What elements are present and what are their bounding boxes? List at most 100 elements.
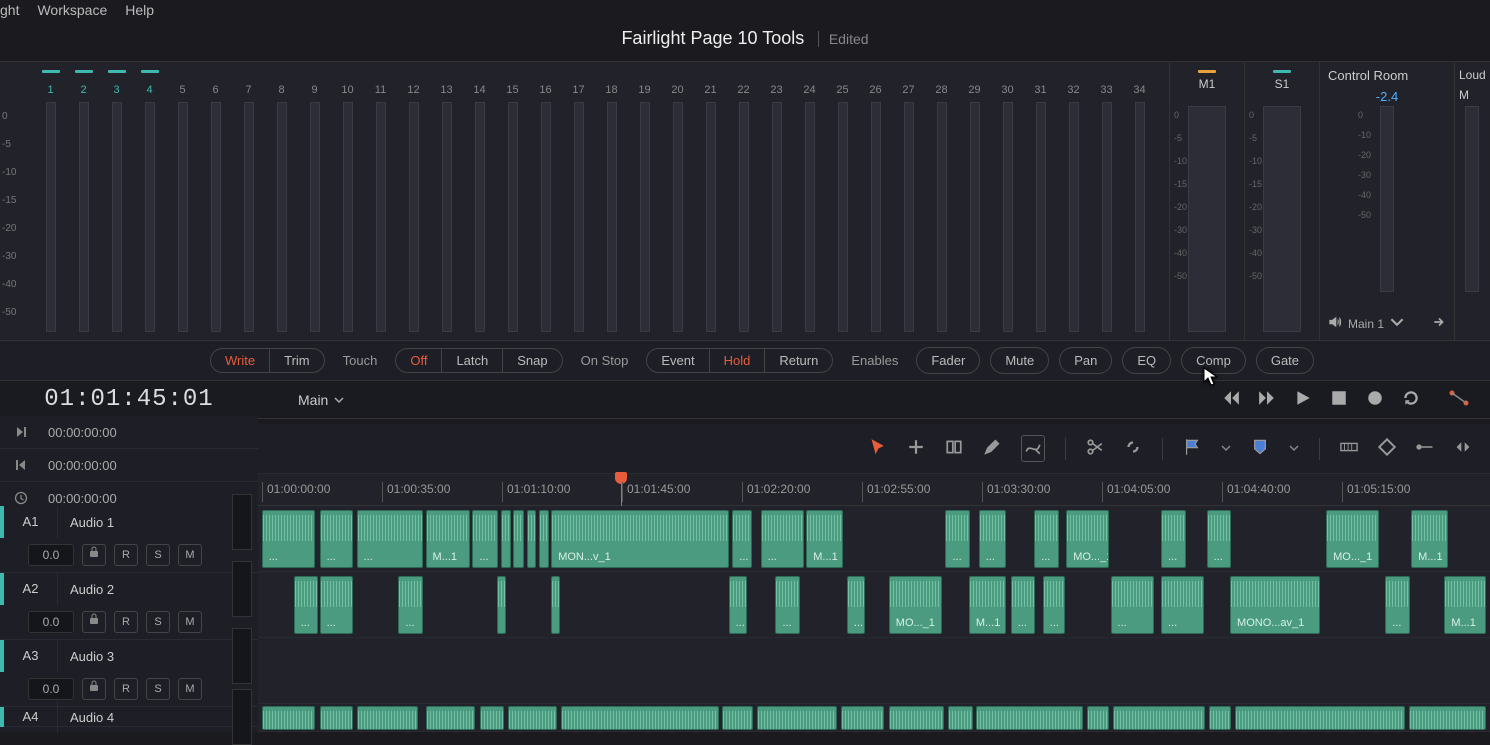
touch-off[interactable]: Off — [396, 349, 442, 372]
touch-snap[interactable]: Snap — [503, 349, 561, 372]
track-lane-a2[interactable]: ..................MO..._1M...1..........… — [258, 572, 1490, 638]
solo-button[interactable]: S — [146, 544, 170, 566]
track-lanes[interactable]: .........M...1...MON...v_1......M...1...… — [258, 506, 1490, 732]
audio-clip[interactable]: ... — [1161, 510, 1186, 568]
audio-clip[interactable] — [501, 510, 511, 568]
record-button[interactable] — [1366, 389, 1384, 410]
menu-workspace[interactable]: Workspace — [37, 2, 107, 18]
audio-clip[interactable]: ... — [357, 510, 424, 568]
arm-button[interactable]: R — [114, 544, 138, 566]
enable-gate[interactable]: Gate — [1256, 347, 1314, 374]
audio-clip[interactable]: ... — [761, 510, 804, 568]
audio-clip[interactable]: ... — [979, 510, 1006, 568]
bus-m1[interactable]: M1 0-5-10-15-20-30-40-50 — [1170, 62, 1245, 340]
marker-blue-icon[interactable] — [1251, 438, 1269, 459]
audio-clip[interactable] — [1235, 706, 1405, 730]
chevron-down-icon[interactable] — [1221, 441, 1231, 456]
track-name[interactable]: Audio 4 — [58, 710, 114, 725]
track-header-a2[interactable]: A2Audio 20.0 R S M — [0, 573, 258, 640]
audio-clip[interactable] — [357, 706, 419, 730]
track-lane-a4[interactable] — [258, 704, 1490, 732]
track-volume[interactable]: 0.0 — [28, 678, 74, 700]
lock-button[interactable] — [82, 544, 106, 566]
audio-clip[interactable] — [841, 706, 884, 730]
audio-clip[interactable]: ... — [320, 510, 353, 568]
audio-clip[interactable] — [480, 706, 505, 730]
mute-button[interactable]: M — [178, 611, 202, 633]
control-room-output[interactable]: Main 1 — [1348, 317, 1384, 331]
audio-clip[interactable]: M...1 — [969, 576, 1006, 634]
out-point-row[interactable]: 00:00:00:00 — [0, 449, 258, 482]
mute-button[interactable]: M — [178, 544, 202, 566]
track-name[interactable]: Audio 2 — [58, 582, 114, 597]
arm-button[interactable]: R — [114, 611, 138, 633]
menu-help[interactable]: Help — [125, 2, 154, 18]
fastforward-button[interactable] — [1258, 389, 1276, 410]
audio-clip[interactable]: ... — [775, 576, 800, 634]
audio-clip[interactable] — [320, 706, 353, 730]
audio-clip[interactable]: ... — [1011, 576, 1036, 634]
fade-icon[interactable] — [1416, 438, 1434, 459]
enable-pan[interactable]: Pan — [1059, 347, 1112, 374]
audio-clip[interactable]: MO..._1 — [1326, 510, 1379, 568]
enable-mute[interactable]: Mute — [990, 347, 1049, 374]
arrow-right-icon[interactable] — [1432, 315, 1446, 332]
audio-clip[interactable]: MO..._1 — [889, 576, 942, 634]
audio-clip[interactable]: ... — [472, 510, 498, 568]
track-name[interactable]: Audio 1 — [58, 515, 114, 530]
track-lane-a1[interactable]: .........M...1...MON...v_1......M...1...… — [258, 506, 1490, 572]
flag-blue-icon[interactable] — [1183, 438, 1201, 459]
timeline-selector[interactable]: Main — [298, 392, 344, 408]
onstop-event[interactable]: Event — [647, 349, 709, 372]
enable-fader[interactable]: Fader — [916, 347, 980, 374]
speaker-icon[interactable] — [1328, 315, 1342, 332]
audio-clip[interactable]: M...1 — [806, 510, 843, 568]
track-header-a3[interactable]: A3Audio 30.0 R S M — [0, 640, 258, 707]
audio-clip[interactable]: ... — [847, 576, 865, 634]
audio-clip[interactable]: ... — [732, 510, 752, 568]
chevron-down-icon[interactable] — [1390, 315, 1404, 332]
track-header-a4[interactable]: A4Audio 4 — [0, 707, 258, 727]
audio-clip[interactable]: ... — [398, 576, 423, 634]
audio-clip[interactable]: MONO...av_1 — [1230, 576, 1320, 634]
stop-button[interactable] — [1330, 389, 1348, 410]
mute-button[interactable]: M — [178, 678, 202, 700]
mode-write[interactable]: Write — [211, 349, 270, 372]
track-volume[interactable]: 0.0 — [28, 611, 74, 633]
lock-button[interactable] — [82, 611, 106, 633]
audio-clip[interactable]: ... — [1111, 576, 1154, 634]
loop-button[interactable] — [1402, 389, 1420, 410]
audio-clip[interactable]: ... — [1043, 576, 1065, 634]
arm-button[interactable]: R — [114, 678, 138, 700]
automation-edit-tool[interactable] — [1021, 435, 1045, 462]
audio-clip[interactable] — [497, 576, 506, 634]
timeline-ruler[interactable]: 01:00:00:0001:00:35:0001:01:10:0001:01:4… — [258, 474, 1490, 506]
audio-clip[interactable]: MON...v_1 — [551, 510, 728, 568]
bus-s1[interactable]: S1 0-5-10-15-20-30-40-50 — [1245, 62, 1320, 340]
audio-clip[interactable]: ... — [262, 510, 315, 568]
audio-clip[interactable] — [561, 706, 719, 730]
audio-clip[interactable]: ... — [1161, 576, 1204, 634]
selection-tool[interactable] — [869, 438, 887, 459]
keyframe-icon[interactable] — [1378, 438, 1396, 459]
audio-clip[interactable] — [1409, 706, 1487, 730]
audio-clip[interactable] — [508, 706, 557, 730]
audio-clip[interactable] — [1087, 706, 1109, 730]
audio-clip[interactable]: ... — [320, 576, 353, 634]
pencil-tool[interactable] — [983, 438, 1001, 459]
audio-clip[interactable] — [539, 510, 549, 568]
audio-clip[interactable] — [551, 576, 560, 634]
expand-icon[interactable] — [1454, 438, 1472, 459]
audio-clip[interactable]: ... — [1034, 510, 1059, 568]
audio-clip[interactable] — [527, 510, 537, 568]
link-icon[interactable] — [1124, 438, 1142, 459]
audio-clip[interactable] — [948, 706, 973, 730]
mode-trim[interactable]: Trim — [270, 349, 324, 372]
scissors-icon[interactable] — [1086, 438, 1104, 459]
audio-clip[interactable] — [757, 706, 837, 730]
track-header-a1[interactable]: A1Audio 10.0 R S M — [0, 506, 258, 573]
audio-clip[interactable] — [889, 706, 944, 730]
audio-clip[interactable]: ... — [1207, 510, 1232, 568]
track-lane-a3[interactable] — [258, 638, 1490, 704]
menu-fairlight[interactable]: ght — [0, 2, 19, 18]
